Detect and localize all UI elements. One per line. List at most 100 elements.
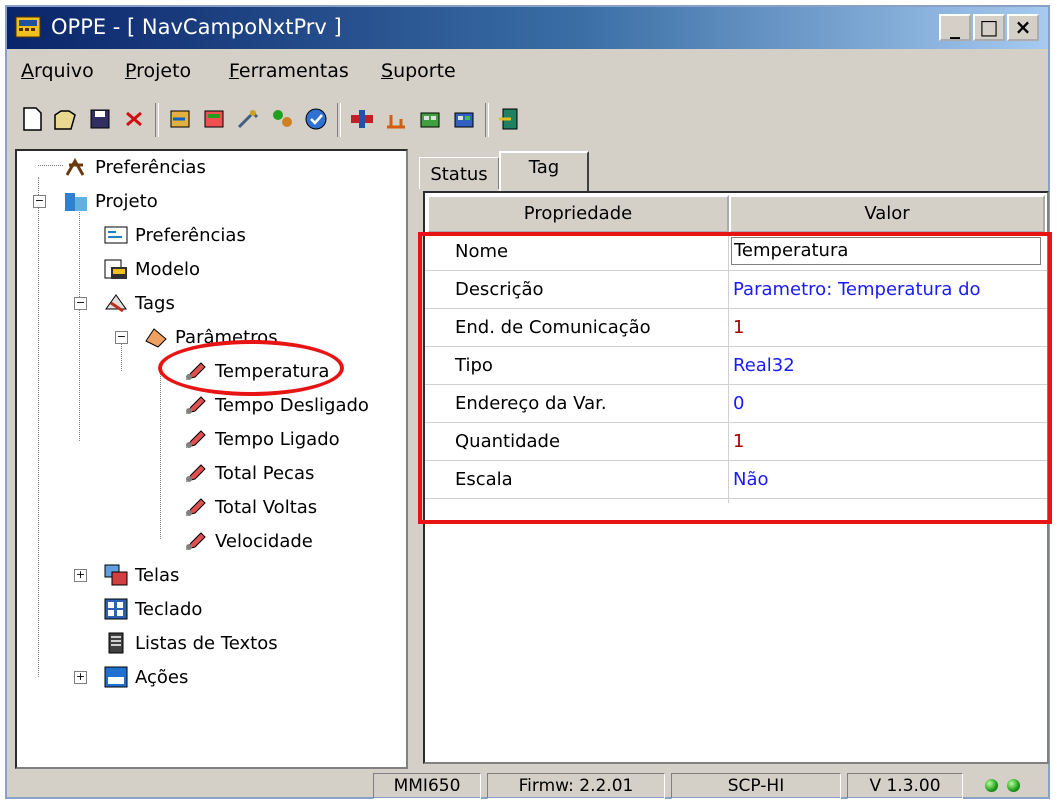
grid-row-end-comunicacao[interactable]: End. de Comunicação 1: [425, 309, 1047, 347]
grid-row-descricao[interactable]: Descrição Parametro: Temperatura do: [425, 271, 1047, 309]
property-value[interactable]: 0: [733, 393, 744, 414]
property-value[interactable]: Real32: [733, 355, 795, 376]
menu-arquivo-hotkey: A: [21, 60, 34, 82]
wizard-icon[interactable]: [267, 103, 297, 135]
parametros-collapse-icon[interactable]: −: [115, 331, 128, 344]
tree-item-label: Total Voltas: [215, 497, 318, 518]
upload-icon[interactable]: [415, 103, 445, 135]
minimize-button[interactable]: _: [939, 14, 971, 41]
tree-item-label: Teclado: [135, 599, 203, 620]
grid-row-quantidade[interactable]: Quantidade 1: [425, 423, 1047, 461]
tree-item-label: Modelo: [135, 259, 201, 280]
tree-item-label: Velocidade: [215, 531, 313, 552]
close-button[interactable]: ×: [1007, 14, 1039, 41]
tree-connector: [160, 371, 161, 539]
property-value[interactable]: Não: [733, 469, 769, 490]
exit-icon[interactable]: [495, 103, 525, 135]
export-icon[interactable]: [199, 103, 229, 135]
tree-item-label: Parâmetros: [175, 327, 278, 348]
acoes-expand-icon[interactable]: +: [74, 671, 87, 684]
grid-row-tipo[interactable]: Tipo Real32: [425, 347, 1047, 385]
status-model: MMI650: [373, 773, 481, 799]
tab-status[interactable]: Status: [419, 157, 499, 189]
menu-ferramentas[interactable]: Ferramentas: [229, 60, 349, 82]
tag-icon: [183, 529, 209, 553]
project-icon: [63, 189, 89, 213]
save-icon[interactable]: [85, 103, 115, 135]
status-bar: MMI650 Firmw: 2.2.01 SCP-HI V 1.3.00: [7, 771, 1048, 799]
telas-expand-icon[interactable]: +: [74, 569, 87, 582]
text-lists-icon: [103, 631, 129, 655]
projeto-collapse-icon[interactable]: −: [33, 195, 46, 208]
tree-item-label: Total Pecas: [215, 463, 315, 484]
open-folder-icon[interactable]: [51, 103, 81, 135]
menu-bar: Arquivo Projeto Ferramentas Suporte: [7, 51, 1048, 91]
properties-panel: Status Tag Propriedade Valor Nome Temper…: [419, 149, 1053, 769]
tags-collapse-icon[interactable]: −: [74, 297, 87, 310]
toolbar-separator: [337, 103, 341, 137]
preferences-icon: [63, 155, 89, 179]
property-name: Nome: [455, 241, 509, 262]
menu-arquivo-rest: rquivo: [34, 60, 94, 82]
column-header-propriedade[interactable]: Propriedade: [427, 195, 729, 233]
tag-icon: [183, 393, 209, 417]
connect-icon[interactable]: [347, 103, 377, 135]
tab-tag[interactable]: Tag: [499, 151, 589, 191]
tags-icon: [103, 291, 129, 315]
property-name: Tipo: [455, 355, 493, 376]
import-icon[interactable]: [165, 103, 195, 135]
tree-connector: [38, 177, 39, 677]
menu-projeto[interactable]: Projeto: [125, 60, 191, 82]
property-grid[interactable]: Propriedade Valor Nome Temperatura Descr…: [423, 191, 1049, 764]
tag-icon: [183, 359, 209, 383]
new-file-icon[interactable]: [17, 103, 47, 135]
menu-suporte-hotkey: S: [381, 60, 394, 82]
app-window: OPPE - [ NavCampoNxtPrv ] _ □ × Arquivo …: [5, 5, 1050, 799]
project-preferences-icon: [103, 223, 129, 247]
status-firmware: Firmw: 2.2.01: [487, 773, 665, 799]
tree-item-label: Telas: [135, 565, 180, 586]
tree-connector: [79, 203, 80, 441]
grid-row-escala[interactable]: Escala Não: [425, 461, 1047, 499]
column-header-valor[interactable]: Valor: [729, 195, 1045, 233]
project-tree[interactable]: − − − + + Preferências Projeto Preferênc…: [15, 149, 408, 769]
tree-item-label: Tags: [135, 293, 175, 314]
property-name: Quantidade: [455, 431, 561, 452]
model-icon: [103, 257, 129, 281]
property-value[interactable]: 1: [733, 317, 744, 338]
tree-item-label: Projeto: [95, 191, 158, 212]
status-led-icon: [985, 779, 998, 792]
tree-item-label: Preferências: [95, 157, 206, 178]
grid-row-endereco-var[interactable]: Endereço da Var. 0: [425, 385, 1047, 423]
download-icon[interactable]: [449, 103, 479, 135]
tool-icon[interactable]: [233, 103, 263, 135]
toolbar: [7, 93, 1048, 147]
property-name: Endereço da Var.: [455, 393, 607, 414]
menu-ferramentas-rest: erramentas: [238, 60, 349, 82]
property-value[interactable]: Parametro: Temperatura do: [733, 279, 981, 300]
tree-item-label: Tempo Desligado: [215, 395, 369, 416]
property-name: End. de Comunicação: [455, 317, 651, 338]
maximize-button[interactable]: □: [973, 14, 1005, 41]
menu-arquivo[interactable]: Arquivo: [21, 60, 94, 82]
transfer-icon[interactable]: [381, 103, 411, 135]
window-title: OPPE - [ NavCampoNxtPrv ]: [51, 15, 342, 39]
parameters-icon: [143, 325, 169, 349]
status-protocol: SCP-HI: [671, 773, 841, 799]
property-name: Descrição: [455, 279, 544, 300]
toolbar-separator: [155, 103, 159, 137]
tree-item-label: Tempo Ligado: [215, 429, 340, 450]
compile-icon[interactable]: [301, 103, 331, 135]
tree-item-label: Preferências: [135, 225, 246, 246]
screens-icon: [103, 563, 129, 587]
property-value[interactable]: 1: [733, 431, 744, 452]
grid-row-nome[interactable]: Nome Temperatura: [425, 233, 1047, 271]
menu-projeto-hotkey: P: [125, 60, 137, 82]
status-version: V 1.3.00: [847, 773, 963, 799]
keyboard-icon: [103, 597, 129, 621]
tag-icon: [183, 427, 209, 451]
menu-suporte[interactable]: Suporte: [381, 60, 456, 82]
property-value-input[interactable]: Temperatura: [731, 237, 1041, 265]
delete-icon[interactable]: [119, 103, 149, 135]
title-bar[interactable]: OPPE - [ NavCampoNxtPrv ] _ □ ×: [7, 7, 1048, 49]
